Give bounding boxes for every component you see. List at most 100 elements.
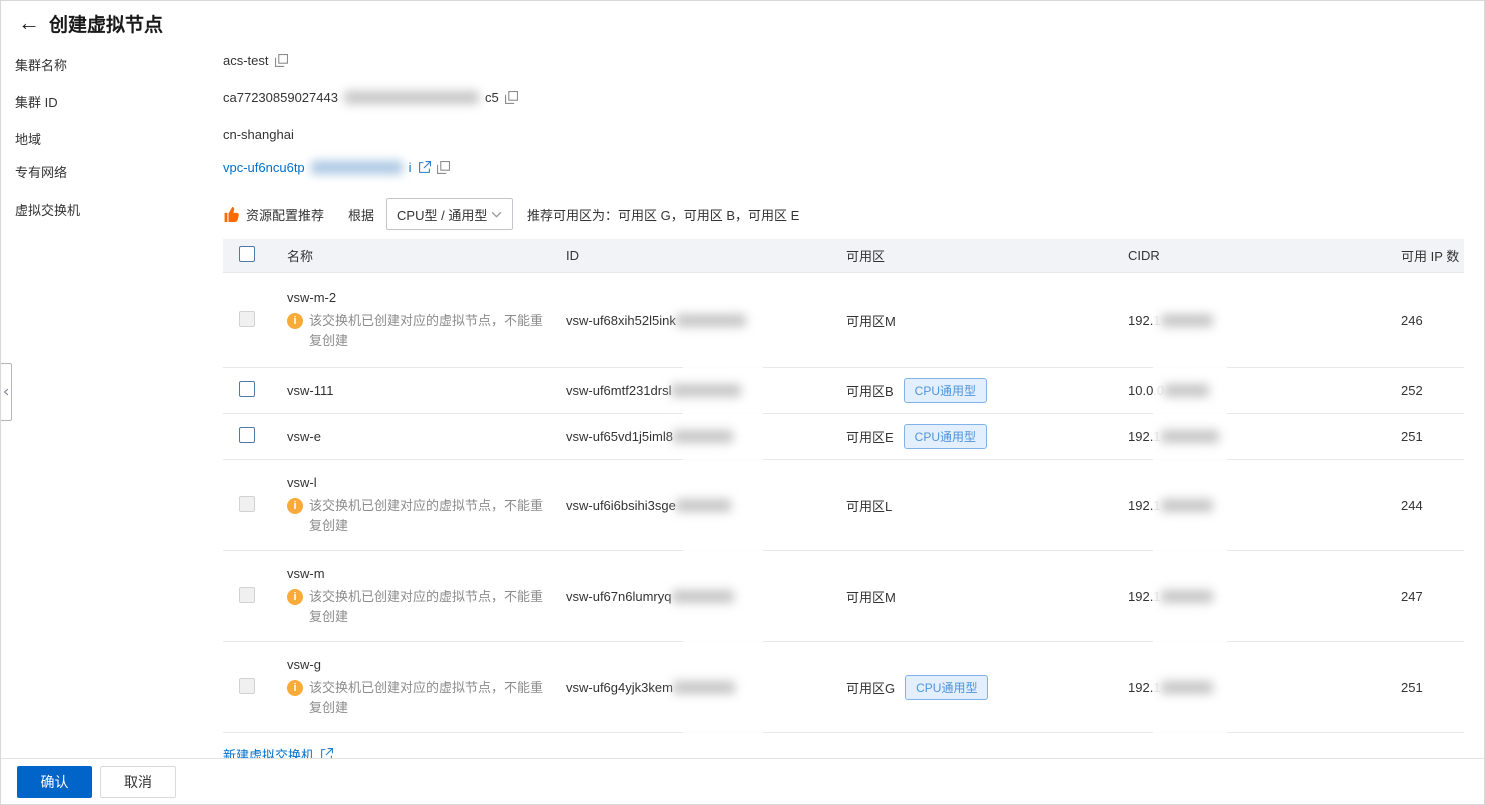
- vswitch-name: vsw-g: [287, 656, 321, 672]
- row-checkbox[interactable]: [239, 427, 255, 443]
- redacted-blur: [672, 430, 733, 443]
- region-value: cn-shanghai: [223, 127, 294, 142]
- redacted-blur: [1160, 313, 1213, 327]
- redacted-blur: [671, 384, 742, 397]
- vpc-link-text: vpc-uf6ncu6tp: [223, 160, 305, 175]
- table-header-row: 名称 ID 可用区 CIDR 可用 IP 数: [223, 239, 1464, 273]
- external-link-icon[interactable]: [418, 161, 431, 174]
- zone-text: 可用区B: [846, 384, 894, 399]
- vswitch-label: 虚拟交换机: [15, 203, 81, 218]
- row-checkbox[interactable]: [239, 381, 255, 397]
- region-text: cn-shanghai: [223, 127, 294, 142]
- header-name: 名称: [287, 249, 314, 264]
- info-icon: [287, 497, 303, 514]
- table-row: vsw-g 该交换机已创建对应的虚拟节点，不能重复创建 vsw-uf6g4yjk…: [223, 642, 1464, 733]
- vswitch-name: vsw-m-2: [287, 289, 337, 305]
- recommendation-by-label: 根据: [348, 207, 375, 223]
- cpu-general-badge: CPU通用型: [905, 674, 989, 700]
- info-icon: [287, 312, 303, 329]
- redacted-blur: [675, 498, 731, 512]
- available-ip-count: 252: [1401, 383, 1423, 398]
- row-warning: 该交换机已创建对应的虚拟节点，不能重复创建: [287, 311, 566, 351]
- redacted-blur: [1164, 384, 1210, 397]
- confirm-button[interactable]: 确认: [17, 765, 92, 798]
- zone-text: 可用区L: [846, 498, 893, 514]
- zone-text: 可用区G: [846, 680, 896, 696]
- row-checkbox: [239, 677, 255, 694]
- vswitch-id: vsw-uf6g4yjk3kem: [566, 679, 673, 695]
- available-ip-count: 251: [1401, 429, 1423, 444]
- redacted-blur: [1160, 498, 1213, 512]
- back-arrow-icon[interactable]: ←: [18, 9, 40, 37]
- redacted-blur: [1160, 430, 1219, 443]
- table-row: vsw-111 vsw-uf6mtf231drsl 可用区B CPU通用型 10.…: [223, 368, 1464, 414]
- warning-text: 该交换机已创建对应的虚拟节点，不能重复创建: [309, 312, 544, 348]
- thumbs-up-icon: [223, 206, 240, 223]
- table-row: vsw-e vsw-uf65vd1j5iml8 可用区E CPU通用型 192.1…: [223, 414, 1464, 460]
- resource-recommendation-bar: 资源配置推荐 根据 CPU型 / 通用型 推荐可用区为：可用区 G，可用区 B，…: [223, 198, 799, 230]
- vpc-link[interactable]: vpc-uf6ncu6tp i: [223, 160, 412, 175]
- recommended-zones-text: 推荐可用区为：可用区 G，可用区 B，可用区 E: [527, 207, 800, 223]
- select-all-checkbox[interactable]: [239, 246, 255, 262]
- vswitch-table: 名称 ID 可用区 CIDR 可用 IP 数 vsw-m-2 该交换机已创建对应…: [223, 239, 1464, 733]
- redacted-blur: [671, 589, 734, 603]
- footer-bar: 确认 取消: [1, 758, 1484, 804]
- header-ip: 可用 IP 数: [1401, 249, 1460, 264]
- cluster-name-value: acs-test: [223, 53, 288, 68]
- available-ip-count: 246: [1401, 312, 1423, 328]
- redacted-blur: [310, 161, 403, 174]
- copy-icon[interactable]: [274, 54, 288, 67]
- row-checkbox: [239, 495, 255, 512]
- cluster-id-text: ca77230859027443: [223, 90, 338, 105]
- instance-type-select[interactable]: CPU型 / 通用型: [386, 198, 514, 230]
- warning-text: 该交换机已创建对应的虚拟节点，不能重复创建: [309, 588, 544, 624]
- available-ip-count: 244: [1401, 497, 1423, 513]
- zone-text: 可用区M: [846, 313, 896, 329]
- vswitch-name: vsw-l: [287, 474, 317, 490]
- warning-text: 该交换机已创建对应的虚拟节点，不能重复创建: [309, 679, 544, 715]
- available-ip-count: 251: [1401, 679, 1423, 695]
- zone-text: 可用区M: [846, 589, 896, 605]
- row-warning: 该交换机已创建对应的虚拟节点，不能重复创建: [287, 678, 566, 718]
- header-cidr: CIDR: [1128, 248, 1160, 263]
- vswitch-name: vsw-111: [287, 383, 334, 398]
- cluster-id-label: 集群 ID: [15, 95, 58, 110]
- vpc-label: 专有网络: [15, 165, 68, 180]
- row-checkbox: [239, 310, 255, 327]
- selected-option: CPU型 / 通用型: [397, 207, 488, 223]
- header-id: ID: [566, 248, 579, 263]
- cancel-button[interactable]: 取消: [100, 765, 176, 798]
- table-row: vsw-m 该交换机已创建对应的虚拟节点，不能重复创建 vsw-uf67n6lu…: [223, 551, 1464, 642]
- panel-collapse-handle[interactable]: [1, 363, 12, 421]
- vpc-link-suffix: i: [408, 160, 412, 175]
- page-title: 创建虚拟节点: [49, 15, 164, 36]
- vswitch-name: vsw-e: [287, 429, 321, 444]
- vswitch-id: vsw-uf6i6bsihi3sge: [566, 497, 676, 513]
- vswitch-name: vsw-m: [287, 565, 325, 581]
- redacted-blur: [1160, 680, 1213, 694]
- cpu-general-badge: CPU通用型: [903, 378, 988, 403]
- available-ip-count: 247: [1401, 588, 1423, 604]
- redacted-blur: [343, 91, 479, 104]
- vswitch-id: vsw-uf65vd1j5iml8: [566, 429, 673, 444]
- table-row: vsw-m-2 该交换机已创建对应的虚拟节点，不能重复创建 vsw-uf68xi…: [223, 273, 1464, 368]
- cluster-id-value: ca77230859027443 c5: [223, 90, 518, 105]
- redacted-blur: [675, 313, 746, 327]
- warning-text: 该交换机已创建对应的虚拟节点，不能重复创建: [309, 497, 544, 533]
- copy-icon[interactable]: [436, 161, 450, 174]
- zone-text: 可用区E: [846, 430, 894, 445]
- header-zone: 可用区: [846, 249, 886, 264]
- copy-icon[interactable]: [504, 91, 518, 104]
- row-warning: 该交换机已创建对应的虚拟节点，不能重复创建: [287, 587, 566, 627]
- info-icon: [287, 588, 303, 605]
- info-icon: [287, 679, 303, 696]
- chevron-down-icon: [491, 211, 502, 218]
- vswitch-id: vsw-uf67n6lumryq: [566, 588, 672, 604]
- create-virtual-node-page: ← 创建虚拟节点 集群名称 集群 ID 地域 专有网络 虚拟交换机 acs-te…: [0, 0, 1485, 805]
- row-checkbox: [239, 586, 255, 603]
- table-row: vsw-l 该交换机已创建对应的虚拟节点，不能重复创建 vsw-uf6i6bsi…: [223, 460, 1464, 551]
- cpu-general-badge: CPU通用型: [903, 424, 988, 449]
- cluster-name-text: acs-test: [223, 53, 269, 68]
- vswitch-id: vsw-uf6mtf231drsl: [566, 383, 672, 398]
- cluster-id-suffix: c5: [484, 90, 499, 105]
